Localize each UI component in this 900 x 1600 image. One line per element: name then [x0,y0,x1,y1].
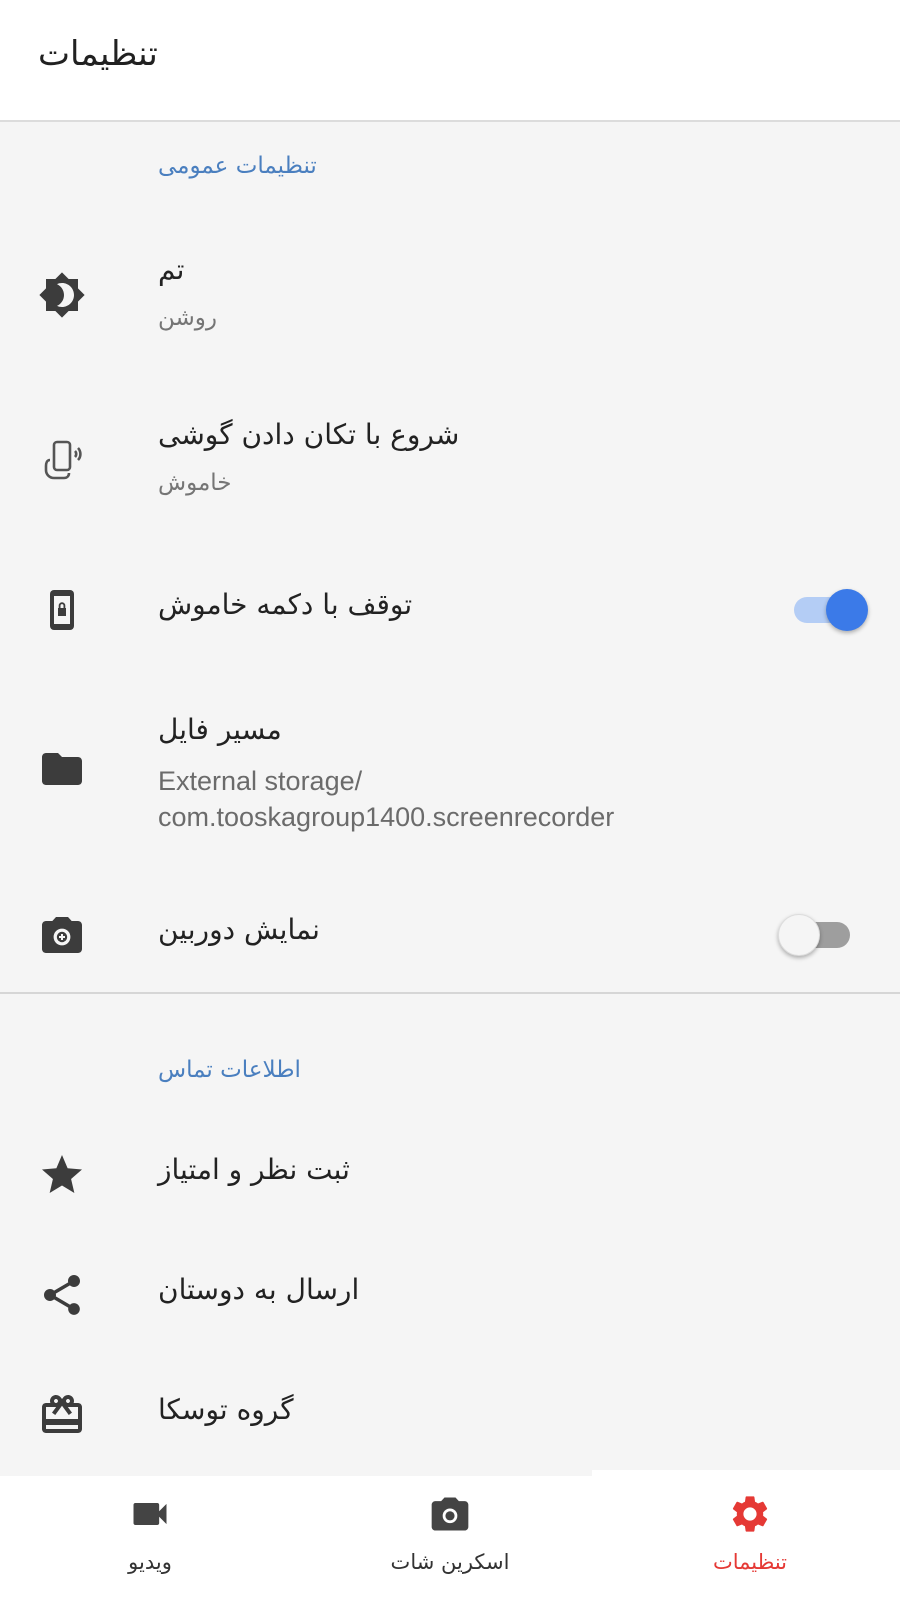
nav-label-settings: تنظیمات [712,1550,788,1574]
phone-lock-icon [38,586,86,634]
nav-label-video: ویدیو [128,1550,172,1574]
contact-row-rate[interactable]: ثبت نظر و امتیاز [0,1135,900,1215]
power-stop-toggle[interactable] [788,585,868,635]
file-path-line-2: com.tooskagroup1400.screenrecorder [158,802,615,832]
section-header-general: تنظیمات عمومی [158,153,317,179]
nav-item-screenshot[interactable]: اسکرین شات [300,1470,600,1600]
section-header-contact: اطلاعات تماس [158,1057,301,1083]
section-divider [0,992,900,994]
setting-row-theme[interactable]: تم روشن [0,245,900,355]
contact-row-group[interactable]: گروه توسکا [0,1375,900,1455]
gift-icon [38,1391,86,1439]
nav-label-screenshot: اسکرین شات [390,1550,510,1574]
contact-title-share: ارسال به دوستان [158,1273,360,1306]
contact-title-rate: ثبت نظر و امتیاز [158,1153,350,1186]
bottom-navigation: ویدیو اسکرین شات تنظیمات [0,1470,900,1600]
setting-title-show-camera: نمایش دوربین [158,913,320,946]
contact-row-share[interactable]: ارسال به دوستان [0,1255,900,1335]
setting-title-theme: تم [158,253,185,286]
setting-title-file-path: مسیر فایل [158,713,282,746]
camera-front-icon [38,911,86,959]
toggle-thumb [826,589,868,631]
file-path-line-1: External storage/ [158,766,363,796]
videocam-icon [128,1492,172,1536]
nav-item-settings[interactable]: تنظیمات [600,1470,900,1600]
setting-value-shake-start: خاموش [158,470,232,496]
setting-row-file-path[interactable]: مسیر فایل External storage/ com.tooskagr… [0,705,900,835]
shake-phone-icon [38,436,86,484]
app-bar: تنظیمات [0,0,900,122]
nav-item-video[interactable]: ویدیو [0,1470,300,1600]
setting-title-shake-start: شروع با تکان دادن گوشی [158,418,460,451]
star-icon [38,1151,86,1199]
show-camera-toggle[interactable] [778,910,858,960]
theme-brightness-icon [38,271,86,319]
camera-icon [428,1492,472,1536]
page-title: تنظیمات [38,34,158,74]
nav-top-strip [0,1470,592,1476]
setting-row-power-stop[interactable]: توقف با دکمه خاموش [0,570,900,650]
settings-gear-icon [728,1492,772,1536]
setting-row-show-camera[interactable]: نمایش دوربین [0,895,900,975]
folder-icon [38,745,86,793]
contact-title-group: گروه توسکا [158,1393,294,1426]
setting-row-shake-start[interactable]: شروع با تکان دادن گوشی خاموش [0,410,900,520]
toggle-thumb [778,914,820,956]
setting-title-power-stop: توقف با دکمه خاموش [158,588,413,621]
share-icon [38,1271,86,1319]
setting-value-theme: روشن [158,305,217,331]
